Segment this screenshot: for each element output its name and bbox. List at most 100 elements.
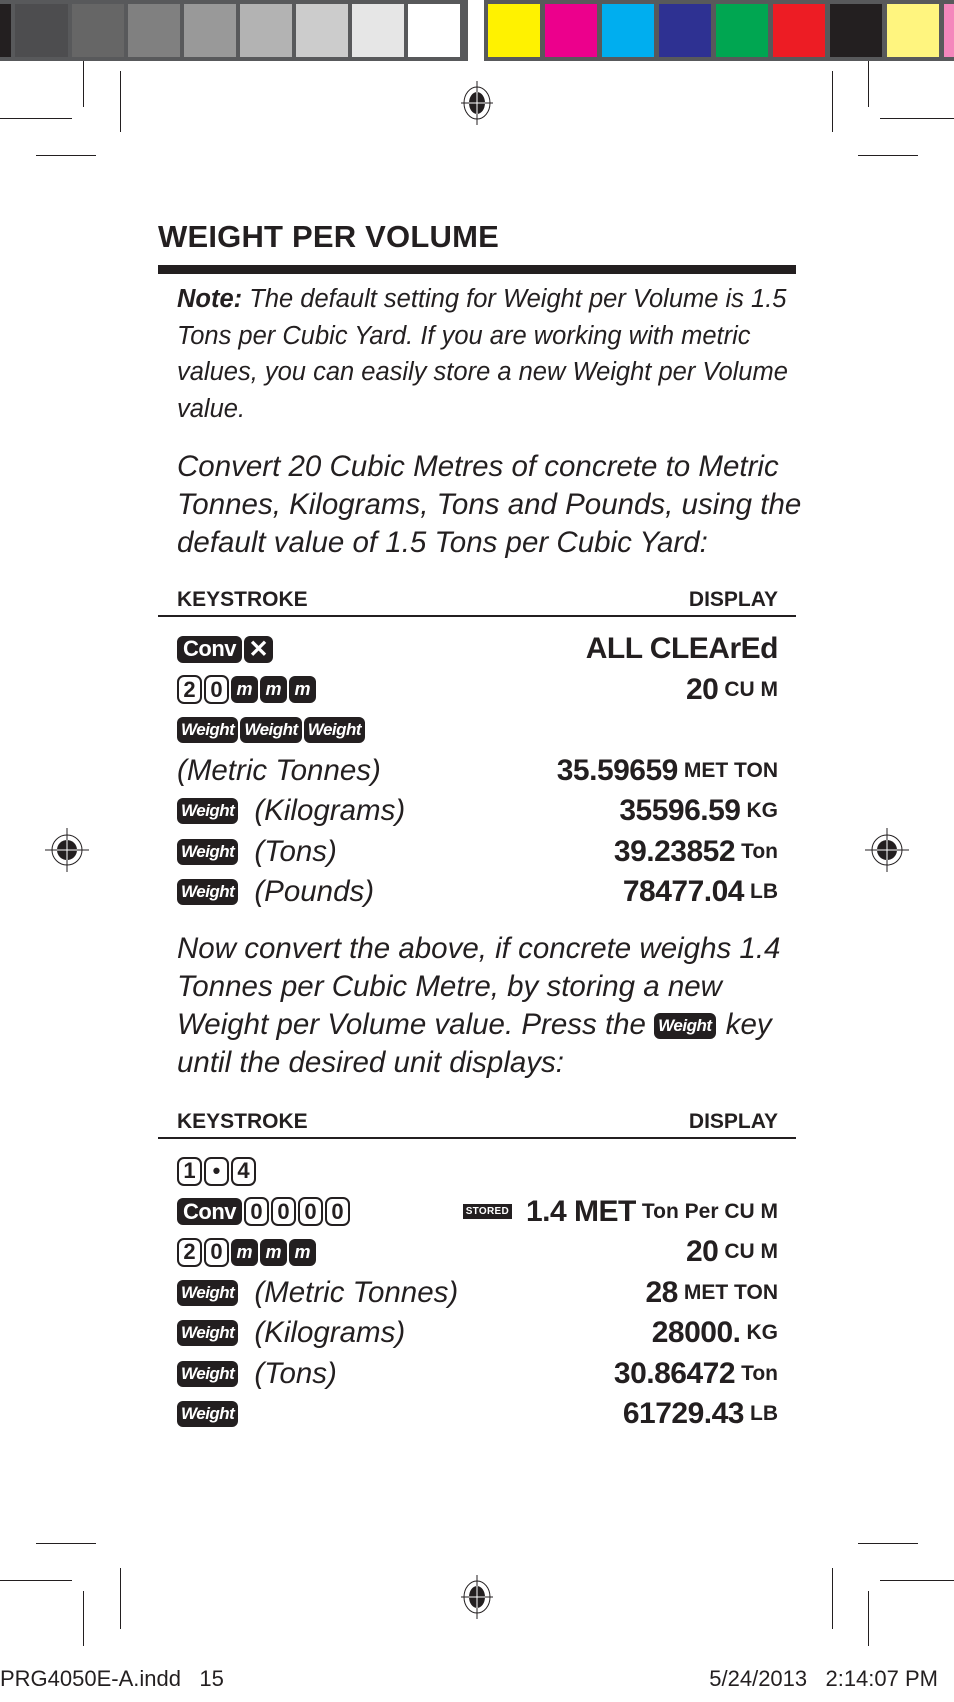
keystroke-cell: Weight (Tons)	[177, 832, 337, 872]
display-cell: STORED 1.4 MET Ton Per CU M	[462, 1192, 778, 1232]
table-row: Weight (Pounds) 78477.04 LB	[177, 872, 778, 912]
instruction-paragraph-2: Now convert the above, if concrete weigh…	[177, 930, 817, 1082]
digit-key-1: 1	[177, 1156, 202, 1186]
table-row: Weight Weight Weight	[177, 710, 778, 750]
color-bar	[484, 0, 954, 61]
unit-label: (Pounds)	[254, 875, 375, 908]
weight-key: Weight	[303, 717, 366, 743]
registration-mark-icon	[865, 828, 909, 872]
table-divider	[158, 615, 796, 617]
note-paragraph: Note: The default setting for Weight per…	[177, 281, 797, 427]
color-swatch	[944, 4, 954, 57]
display-value: 28	[645, 1275, 679, 1309]
crop-mark	[880, 118, 954, 119]
unit-label: (Metric Tonnes)	[177, 753, 381, 787]
keystroke-cell: Weight (Kilograms)	[177, 1313, 405, 1353]
display-unit: MET TON	[683, 758, 778, 782]
weight-key: Weight	[177, 1279, 239, 1306]
display-cell: 20 CU M	[686, 670, 778, 710]
weight-key: Weight	[177, 1320, 239, 1346]
table-row: Weight (Kilograms) 35596.59 KG	[177, 791, 778, 831]
display-cell: 20 CU M	[686, 1232, 778, 1272]
weight-key: Weight	[177, 717, 239, 743]
display-value: ALL CLEArEd	[585, 632, 779, 665]
note-text: The default setting for Weight per Volum…	[177, 285, 788, 423]
crop-mark	[83, 1591, 84, 1646]
gray-swatch	[240, 4, 292, 57]
crop-mark	[832, 71, 833, 132]
crop-mark	[868, 1591, 869, 1646]
keystroke-cell: 20mmm	[177, 1232, 318, 1272]
display-value: 20	[685, 672, 719, 706]
display-unit: MET TON	[683, 1280, 778, 1304]
decimal-key: •	[204, 1156, 229, 1186]
unit-label: (Kilograms)	[254, 794, 406, 827]
metre-key: m	[231, 676, 258, 703]
gray-swatch	[408, 4, 460, 57]
unit-label: (Tons)	[254, 834, 337, 868]
display-cell: ALL CLEArEd	[585, 629, 779, 669]
digit-key-4: 4	[231, 1156, 256, 1186]
digit-key-2: 2	[177, 675, 202, 704]
page-title: WEIGHT PER VOLUME	[158, 219, 499, 254]
keystroke-cell: 20mmm	[177, 670, 318, 710]
display-cell: 30.86472 Ton	[614, 1354, 778, 1394]
keystroke-cell: Weight	[177, 1394, 240, 1434]
file-slug: PRG4050E-A.indd 15	[0, 1666, 224, 1691]
keystroke-cell: Weight (Pounds)	[177, 872, 374, 912]
display-unit: LB	[750, 1402, 778, 1425]
keystroke-cell: (Metric Tonnes)	[177, 751, 381, 791]
display-unit: CU M	[724, 677, 778, 701]
table-row: Weight (Kilograms) 28000. KG	[177, 1313, 778, 1353]
keystroke-cell: Weight (Tons)	[177, 1354, 337, 1394]
display-unit: CU M	[724, 1240, 778, 1263]
table-row: Weight (Metric Tonnes) 28 MET TON	[177, 1273, 778, 1313]
weight-key: Weight	[177, 879, 239, 905]
crop-mark	[36, 155, 96, 156]
crop-mark	[120, 1568, 121, 1629]
crop-mark	[832, 1568, 833, 1629]
metre-key: m	[231, 1238, 258, 1266]
display-header: DISPLAY	[688, 588, 778, 611]
digit-key-0: 0	[298, 1197, 323, 1226]
gray-swatch	[0, 4, 11, 57]
grayscale-bar	[0, 0, 468, 61]
display-cell: 35.59659 MET TON	[557, 751, 778, 791]
table-row: Conv ✕ ALL CLEArEd	[177, 629, 779, 669]
crop-mark	[120, 71, 121, 132]
metre-key: m	[289, 676, 316, 703]
keystroke-cell: Conv ✕	[177, 629, 275, 669]
weight-key: Weight	[240, 717, 302, 743]
digit-key-0: 0	[244, 1197, 269, 1226]
table-row: (Metric Tonnes) 35.59659 MET TON	[177, 751, 778, 791]
metre-key: m	[260, 676, 287, 703]
display-cell: 35596.59 KG	[619, 791, 778, 831]
gray-swatch	[15, 4, 68, 57]
table-row: Conv 0 0 0 0 STORED 1.4 MET Ton Per CU M	[177, 1192, 778, 1232]
display-value: 39.23852	[613, 834, 736, 868]
display-value: 35596.59	[619, 794, 741, 827]
display-value: 28000.	[651, 1316, 741, 1349]
display-cell: 28000. KG	[652, 1313, 778, 1353]
weight-key-inline: Weight	[654, 1013, 716, 1039]
display-cell: 28 MET TON	[646, 1273, 779, 1313]
weight-key: Weight	[177, 1401, 239, 1427]
unit-label: (Metric Tonnes)	[254, 1275, 459, 1309]
metre-key: m	[260, 1238, 287, 1266]
table-divider	[158, 1137, 796, 1139]
registration-mark-icon	[461, 81, 493, 125]
crop-mark	[0, 1580, 72, 1581]
print-timestamp: 5/24/2013 2:14:07 PM	[709, 1666, 938, 1691]
display-header: DISPLAY	[688, 1110, 778, 1133]
digit-key-2: 2	[177, 1237, 202, 1267]
metre-key: m	[289, 1238, 316, 1266]
display-cell: 39.23852 Ton	[614, 832, 778, 872]
crop-mark	[83, 61, 84, 107]
registration-mark-icon	[45, 828, 89, 872]
digit-key-0: 0	[271, 1197, 296, 1226]
table-row: 2 0 m m m 20 CU M	[177, 1232, 778, 1272]
conv-key: Conv	[177, 1198, 242, 1225]
keystroke-cell: Weight (Kilograms)	[177, 791, 405, 831]
color-swatch	[830, 4, 882, 57]
table-row: 2 0 m m m 20 CU M	[177, 670, 778, 710]
